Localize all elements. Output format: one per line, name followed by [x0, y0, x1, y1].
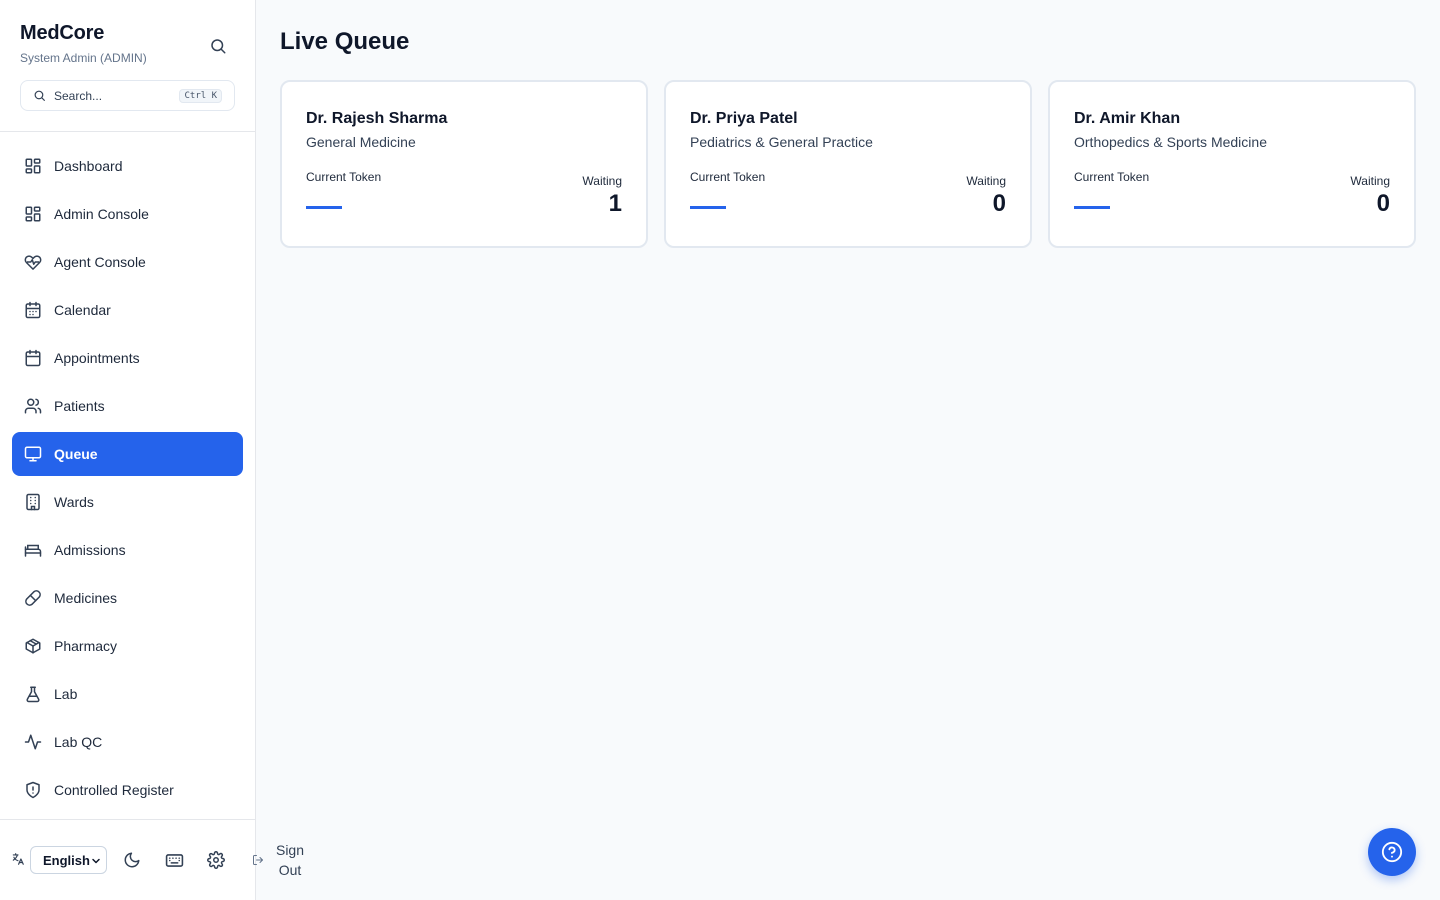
sidebar-nav: Dashboard Admin Console Agent Console Ca… [12, 144, 243, 816]
waiting-label: Waiting [1350, 174, 1390, 188]
sidebar-item-lab[interactable]: Lab [12, 672, 243, 716]
keyboard-shortcuts-button[interactable] [164, 850, 184, 870]
sidebar-item-admissions[interactable]: Admissions [12, 528, 243, 572]
doctor-queue-card: Dr. Priya Patel Pediatrics & General Pra… [664, 80, 1032, 248]
doctor-queue-card: Dr. Amir Khan Orthopedics & Sports Medic… [1048, 80, 1416, 248]
help-circle-icon [1381, 841, 1403, 863]
keyboard-icon [165, 853, 183, 867]
doctor-name: Dr. Rajesh Sharma [306, 110, 448, 127]
search-placeholder: Search... [54, 88, 103, 103]
brand: MedCore System Admin (ADMIN) [20, 22, 147, 65]
activity-icon [24, 733, 42, 751]
doctor-queue-card: Dr. Rajesh Sharma General Medicine Curre… [280, 80, 648, 248]
heart-pulse-icon [24, 253, 42, 271]
package-icon [24, 637, 42, 655]
doctor-department: Orthopedics & Sports Medicine [1074, 134, 1267, 150]
sidebar-item-label: Wards [54, 494, 94, 510]
sidebar-item-appointments[interactable]: Appointments [12, 336, 243, 380]
sidebar-item-pharmacy[interactable]: Pharmacy [12, 624, 243, 668]
settings-button[interactable] [206, 850, 226, 870]
current-token-label: Current Token [690, 170, 766, 184]
chevron-down-icon [92, 858, 100, 864]
shield-icon [24, 781, 42, 799]
language-select[interactable]: English [30, 846, 107, 874]
users-icon [24, 397, 42, 415]
monitor-icon [24, 445, 42, 463]
waiting-label: Waiting [966, 174, 1006, 188]
moon-icon [124, 852, 140, 868]
pill-icon [24, 589, 42, 607]
doctor-name: Dr. Priya Patel [690, 110, 798, 127]
sidebar-item-dashboard[interactable]: Dashboard [12, 144, 243, 188]
language-icon [11, 852, 25, 871]
gear-icon [207, 851, 225, 869]
current-token-empty [1074, 206, 1110, 209]
sidebar-item-label: Admin Console [54, 206, 149, 222]
app-name: MedCore [20, 22, 105, 44]
flask-icon [24, 685, 42, 703]
sidebar-item-label: Lab [54, 686, 78, 702]
calendar-icon [24, 349, 42, 367]
grid-icon [24, 157, 42, 175]
bed-icon [24, 541, 42, 559]
sidebar-item-wards[interactable]: Wards [12, 480, 243, 524]
doctor-name: Dr. Amir Khan [1074, 110, 1181, 127]
sidebar-item-label: Pharmacy [54, 638, 118, 654]
sidebar-item-label: Lab QC [54, 734, 103, 750]
sidebar-item-controlled-register[interactable]: Controlled Register [12, 768, 243, 812]
sidebar-item-label: Appointments [54, 350, 140, 366]
waiting-count: 0 [1376, 190, 1390, 217]
search-icon [34, 90, 45, 101]
sidebar-item-label: Controlled Register [54, 782, 174, 798]
user-role: System Admin (ADMIN) [20, 51, 147, 65]
sidebar-item-label: Dashboard [54, 158, 123, 174]
waiting-count: 1 [608, 190, 622, 217]
sidebar-item-label: Medicines [54, 590, 118, 606]
doctor-department: General Medicine [306, 134, 416, 150]
sidebar-item-admin-console[interactable]: Admin Console [12, 192, 243, 236]
current-token-label: Current Token [1074, 170, 1150, 184]
current-token-label: Current Token [306, 170, 382, 184]
sidebar-item-calendar[interactable]: Calendar [12, 288, 243, 332]
dark-mode-toggle[interactable] [122, 850, 142, 870]
sidebar-item-label: Queue [54, 446, 98, 462]
sidebar-item-label: Agent Console [54, 254, 146, 270]
current-token-empty [690, 206, 726, 209]
sidebar-divider [0, 131, 255, 132]
doctor-department: Pediatrics & General Practice [690, 134, 873, 150]
search-toggle-button[interactable] [206, 34, 230, 58]
main-content: Live Queue Dr. Rajesh Sharma General Med… [256, 0, 1440, 900]
sidebar-item-label: Admissions [54, 542, 126, 558]
calendar-days-icon [24, 301, 42, 319]
language-select-value: English [43, 852, 90, 868]
search-input[interactable]: Search... Ctrl K [20, 80, 235, 111]
waiting-label: Waiting [582, 174, 622, 188]
sidebar: MedCore System Admin (ADMIN) Search... C… [0, 0, 256, 900]
grid-icon [24, 205, 42, 223]
search-shortcut-badge: Ctrl K [179, 88, 222, 103]
waiting-count: 0 [992, 190, 1006, 217]
sidebar-item-queue[interactable]: Queue [12, 432, 243, 476]
sidebar-item-medicines[interactable]: Medicines [12, 576, 243, 620]
building-icon [24, 493, 42, 511]
sidebar-item-label: Patients [54, 398, 105, 414]
current-token-empty [306, 206, 342, 209]
search-icon [211, 39, 226, 54]
page-title: Live Queue [280, 28, 410, 55]
sidebar-divider [0, 819, 255, 820]
sidebar-item-lab-qc[interactable]: Lab QC [12, 720, 243, 764]
sidebar-item-label: Calendar [54, 302, 111, 318]
help-button[interactable] [1368, 828, 1416, 876]
sidebar-item-agent-console[interactable]: Agent Console [12, 240, 243, 284]
sidebar-item-patients[interactable]: Patients [12, 384, 243, 428]
